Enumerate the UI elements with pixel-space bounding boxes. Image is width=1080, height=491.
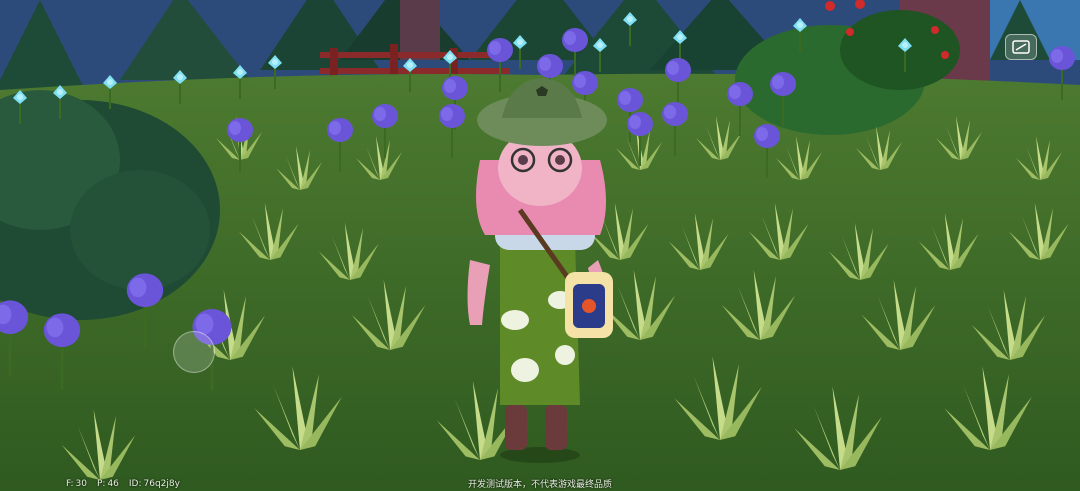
screen-mode-icon xyxy=(1012,40,1030,54)
game-world xyxy=(0,0,1080,491)
game-viewport[interactable]: F: 30 P: 46 ID: 76q2j8y 开发测试版本，不代表游戏最终品质 xyxy=(0,0,1080,491)
screen-mode-button[interactable] xyxy=(1005,34,1037,60)
test-build-disclaimer: 开发测试版本，不代表游戏最终品质 xyxy=(467,480,612,490)
virtual-joystick[interactable] xyxy=(173,331,215,373)
